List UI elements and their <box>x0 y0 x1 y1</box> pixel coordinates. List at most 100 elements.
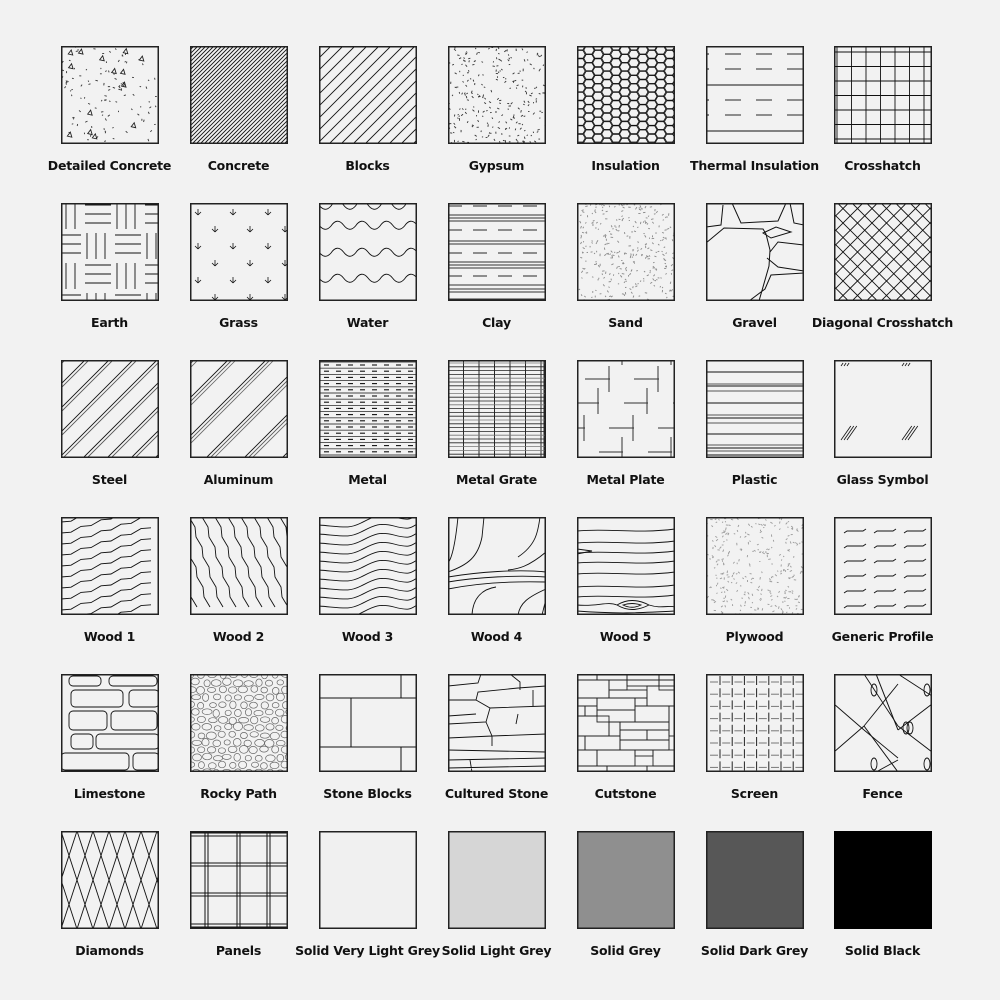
pattern-tile-blocks[interactable]: Blocks <box>303 46 432 203</box>
pattern-tile-limestone[interactable]: Limestone <box>45 674 174 831</box>
pattern-swatch[interactable] <box>318 46 417 144</box>
pattern-tile-steel[interactable]: Steel <box>45 360 174 517</box>
pattern-swatch[interactable] <box>833 46 932 144</box>
pattern-tile-detailed-concrete[interactable]: Detailed Concrete <box>45 46 174 203</box>
pattern-tile-sand[interactable]: Sand <box>561 203 690 360</box>
pattern-tile-glass[interactable]: Glass Symbol <box>818 360 947 517</box>
solid-pattern-graphic <box>318 831 417 929</box>
solid-pattern-graphic <box>447 831 546 929</box>
thermal-insulation-pattern-graphic <box>705 46 804 144</box>
pattern-tile-wood1[interactable]: Wood 1 <box>45 517 174 674</box>
pattern-swatch[interactable] <box>189 517 288 615</box>
pattern-tile-diagonal-crosshatch[interactable]: Diagonal Crosshatch <box>812 203 953 360</box>
pattern-tile-gypsum[interactable]: Gypsum <box>432 46 561 203</box>
pattern-tile-solid[interactable]: Solid Grey <box>561 831 690 988</box>
pattern-tile-generic-profile[interactable]: Generic Profile <box>818 517 947 674</box>
pattern-tile-metal-plate[interactable]: Metal Plate <box>561 360 690 517</box>
pattern-tile-crosshatch[interactable]: Crosshatch <box>818 46 947 203</box>
pattern-swatch[interactable] <box>447 46 546 144</box>
pattern-swatch[interactable] <box>60 46 159 144</box>
pattern-label: Glass Symbol <box>836 472 929 487</box>
screen-pattern-graphic <box>705 674 804 772</box>
pattern-swatch[interactable] <box>318 517 417 615</box>
pattern-swatch[interactable] <box>833 674 932 772</box>
pattern-swatch[interactable] <box>447 203 546 301</box>
grass-pattern-graphic <box>189 203 288 301</box>
pattern-swatch[interactable] <box>576 360 675 458</box>
pattern-swatch[interactable] <box>833 517 932 615</box>
pattern-tile-solid[interactable]: Solid Black <box>818 831 947 988</box>
pattern-swatch[interactable] <box>60 517 159 615</box>
pattern-tile-metal[interactable]: Metal <box>303 360 432 517</box>
pattern-swatch[interactable] <box>576 831 675 929</box>
pattern-swatch[interactable] <box>705 46 804 144</box>
pattern-swatch[interactable] <box>189 674 288 772</box>
pattern-swatch[interactable] <box>189 831 288 929</box>
pattern-label: Fence <box>862 786 903 801</box>
pattern-tile-clay[interactable]: Clay <box>432 203 561 360</box>
pattern-swatch[interactable] <box>318 360 417 458</box>
pattern-tile-wood2[interactable]: Wood 2 <box>174 517 303 674</box>
pattern-swatch[interactable] <box>833 831 932 929</box>
pattern-swatch[interactable] <box>705 674 804 772</box>
pattern-swatch[interactable] <box>705 360 804 458</box>
pattern-swatch[interactable] <box>60 831 159 929</box>
pattern-tile-plastic[interactable]: Plastic <box>690 360 819 517</box>
pattern-tile-stone-blocks[interactable]: Stone Blocks <box>303 674 432 831</box>
pattern-swatch[interactable] <box>576 203 675 301</box>
pattern-tile-concrete[interactable]: Concrete <box>174 46 303 203</box>
pattern-swatch[interactable] <box>576 46 675 144</box>
glass-pattern-graphic <box>833 360 932 458</box>
metal-pattern-graphic <box>318 360 417 458</box>
pattern-tile-wood3[interactable]: Wood 3 <box>303 517 432 674</box>
pattern-tile-screen[interactable]: Screen <box>690 674 819 831</box>
pattern-tile-gravel[interactable]: Gravel <box>690 203 819 360</box>
pattern-tile-fence[interactable]: Fence <box>818 674 947 831</box>
pattern-tile-wood5[interactable]: Wood 5 <box>561 517 690 674</box>
pattern-tile-aluminum[interactable]: Aluminum <box>174 360 303 517</box>
pattern-tile-insulation[interactable]: Insulation <box>561 46 690 203</box>
pattern-tile-panels[interactable]: Panels <box>174 831 303 988</box>
pattern-swatch[interactable] <box>576 674 675 772</box>
pattern-swatch[interactable] <box>833 360 932 458</box>
pattern-tile-thermal-insulation[interactable]: Thermal Insulation <box>690 46 819 203</box>
pattern-tile-grass[interactable]: Grass <box>174 203 303 360</box>
pattern-swatch[interactable] <box>447 831 546 929</box>
pattern-tile-metal-grate[interactable]: Metal Grate <box>432 360 561 517</box>
pattern-swatch[interactable] <box>447 517 546 615</box>
pattern-swatch[interactable] <box>705 203 804 301</box>
pattern-swatch[interactable] <box>318 203 417 301</box>
pattern-swatch[interactable] <box>705 517 804 615</box>
metal-grate-pattern-graphic <box>447 360 546 458</box>
pattern-tile-earth[interactable]: Earth <box>45 203 174 360</box>
insulation-pattern-graphic <box>576 46 675 144</box>
plastic-pattern-graphic <box>705 360 804 458</box>
pattern-tile-rocky-path[interactable]: Rocky Path <box>174 674 303 831</box>
pattern-swatch[interactable] <box>60 203 159 301</box>
pattern-swatch[interactable] <box>576 517 675 615</box>
pattern-swatch[interactable] <box>833 203 932 301</box>
pattern-swatch[interactable] <box>60 674 159 772</box>
pattern-swatch[interactable] <box>318 831 417 929</box>
pattern-tile-cutstone[interactable]: Cutstone <box>561 674 690 831</box>
detailed-concrete-pattern-graphic <box>60 46 159 144</box>
pattern-swatch[interactable] <box>705 831 804 929</box>
pattern-tile-diamonds[interactable]: Diamonds <box>45 831 174 988</box>
pattern-swatch[interactable] <box>447 674 546 772</box>
crosshatch-pattern-graphic <box>833 46 932 144</box>
pattern-tile-wood4[interactable]: Wood 4 <box>432 517 561 674</box>
pattern-tile-solid[interactable]: Solid Dark Grey <box>690 831 819 988</box>
pattern-tile-cultured-stone[interactable]: Cultured Stone <box>432 674 561 831</box>
pattern-tile-water[interactable]: Water <box>303 203 432 360</box>
pattern-swatch[interactable] <box>447 360 546 458</box>
wood1-pattern-graphic <box>60 517 159 615</box>
pattern-tile-plywood[interactable]: Plywood <box>690 517 819 674</box>
pattern-swatch[interactable] <box>318 674 417 772</box>
pattern-swatch[interactable] <box>189 203 288 301</box>
pattern-swatch[interactable] <box>189 360 288 458</box>
pattern-tile-solid[interactable]: Solid Very Light Grey <box>295 831 440 988</box>
wood2-pattern-graphic <box>189 517 288 615</box>
pattern-tile-solid[interactable]: Solid Light Grey <box>432 831 561 988</box>
pattern-swatch[interactable] <box>189 46 288 144</box>
pattern-swatch[interactable] <box>60 360 159 458</box>
